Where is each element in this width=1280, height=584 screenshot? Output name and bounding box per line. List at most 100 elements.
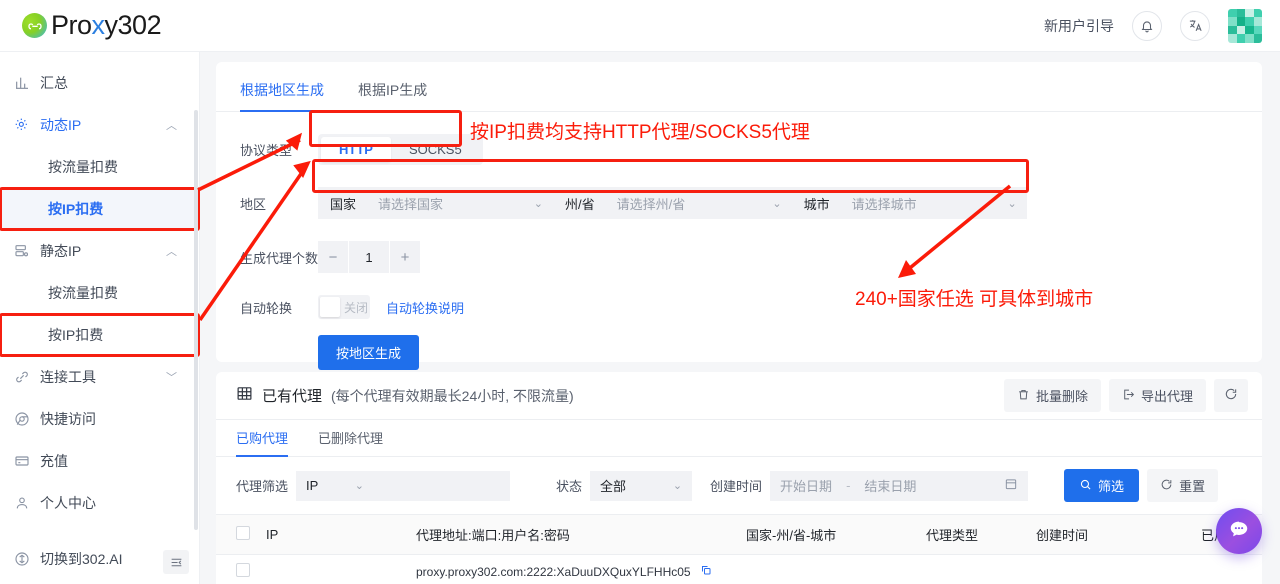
row-used-ip [1193,554,1262,584]
status-label: 状态 [556,479,583,494]
proxy-list-title: 已有代理 [262,388,323,405]
city-placeholder: 请选择城市 [851,196,917,212]
generate-by-region-button[interactable]: 按地区生成 [318,335,420,370]
stepper-increment-button[interactable]: + [390,241,420,273]
trash-icon [1017,388,1030,404]
created-time-label: 创建时间 [710,479,763,494]
auto-rotate-toggle[interactable]: 关闭 [318,295,370,319]
search-icon [1079,478,1092,494]
proxy-count-row: 生成代理个数 − 1 + [240,241,1238,273]
proxy-filter-bar: 代理筛选 IP ⌄ 状态 全部 ⌄ 创建时间 开始日期 - 结束日期 筛选 重置 [216,457,1262,514]
sidebar-label: 连接工具 [40,369,96,385]
gear-dynamic-icon [14,117,40,133]
table-header-row: IP 代理地址:端口:用户名:密码 国家-州/省-城市 代理类型 创建时间 已用… [216,514,1262,555]
chevron-down-icon: ⌄ [354,480,365,492]
chrome-icon [14,411,40,427]
brand-logo[interactable]: Proxy302 [22,10,162,41]
column-ip: IP [258,514,408,555]
chevron-up-icon[interactable]: ︿ [166,117,177,133]
date-range-picker[interactable]: 开始日期 - 结束日期 [770,470,1029,501]
calendar-icon [1004,477,1018,494]
sidebar-item-static-ip[interactable]: 静态IP ︿ [0,230,199,272]
tab-generate-by-ip[interactable]: 根据IP生成 [358,74,427,111]
switch-icon [14,551,40,567]
translate-icon[interactable] [1180,10,1210,41]
row-address: proxy.proxy302.com:2222:XaDuuDXQuxYLFHHc… [416,565,691,579]
collapse-sidebar-icon[interactable] [163,550,189,574]
proxy-list-actions: 批量删除 导出代理 [1003,379,1248,412]
tab-generate-by-region[interactable]: 根据地区生成 [240,74,324,112]
tab-purchased-proxies[interactable]: 已购代理 [236,428,289,457]
sidebar-label: 汇总 [40,75,68,91]
state-select[interactable]: 请选择州/省 ⌄ [606,187,792,219]
protocol-row: 协议类型 HTTP SOCKS5 [240,134,1238,165]
country-select[interactable]: 请选择国家 ⌄ [368,187,554,219]
copy-icon[interactable] [700,565,712,579]
select-all-checkbox[interactable] [236,526,250,540]
stepper-value[interactable]: 1 [349,241,389,273]
auto-rotate-help-link[interactable]: 自动轮换说明 [386,298,464,317]
sidebar-scrollbar[interactable] [194,110,198,530]
sidebar-item-static-ip-billing[interactable]: 按IP扣费 [0,313,200,357]
row-checkbox[interactable] [236,563,250,577]
country-placeholder: 请选择国家 [378,196,444,212]
server-icon [14,243,40,259]
sidebar-item-static-traffic[interactable]: 按流量扣费 [0,272,199,314]
export-proxy-button[interactable]: 导出代理 [1108,379,1206,412]
filter-reset-button[interactable]: 重置 [1147,469,1219,502]
proxy-list-note: (每个代理有效期最长24小时, 不限流量) [331,387,574,404]
sidebar-item-dynamic-ip[interactable]: 动态IP ︿ [0,104,199,146]
row-region [738,554,918,584]
chat-bubble-icon [1228,518,1250,545]
protocol-option-http[interactable]: HTTP [321,137,391,162]
sidebar-item-profile[interactable]: 个人中心 [0,482,199,524]
chevron-down-icon[interactable]: ﹀ [166,369,177,385]
chat-support-button[interactable] [1216,508,1262,554]
column-created-time: 创建时间 [1028,514,1193,555]
refresh-button[interactable] [1214,379,1248,412]
sidebar-label: 按流量扣费 [48,159,118,175]
state-label: 州/省 [553,187,607,219]
generator-tabs: 根据地区生成 根据IP生成 [216,74,1262,112]
sidebar-item-recharge[interactable]: 充值 [0,440,199,482]
user-icon [14,495,40,511]
proxy-count-label: 生成代理个数 [240,250,319,266]
proxy-filter-label: 代理筛选 [236,479,289,494]
status-select[interactable]: 全部 ⌄ [590,470,693,501]
generate-action-row: 按地区生成 [240,335,1238,370]
new-user-guide-link[interactable]: 新用户引导 [1044,16,1114,36]
table-row[interactable]: proxy.proxy302.com:2222:XaDuuDXQuxYLFHHc… [216,554,1262,584]
header-actions: 新用户引导 [1044,8,1262,43]
sidebar-divider [0,524,199,538]
status-value: 全部 [600,479,627,494]
sidebar-label: 充值 [40,453,68,469]
region-row: 地区 国家 请选择国家 ⌄ 州/省 请选择州/省 ⌄ 城市 请选择城市 ⌄ [240,187,1238,219]
tab-deleted-proxies[interactable]: 已删除代理 [318,428,383,456]
protocol-option-socks5[interactable]: SOCKS5 [391,137,480,162]
row-address-cell: proxy.proxy302.com:2222:XaDuuDXQuxYLFHHc… [408,554,738,584]
column-region: 国家-州/省-城市 [738,514,918,555]
sidebar-label: 快捷访问 [40,411,96,427]
sidebar-item-quick-access[interactable]: 快捷访问 [0,398,199,440]
bell-icon[interactable] [1132,10,1162,41]
proxy-filter-input[interactable] [374,470,511,501]
row-created-time [1028,554,1193,584]
stepper-decrement-button[interactable]: − [318,241,348,273]
app-root: Proxy302 新用户引导 汇总 动态IP ︿ 按流量扣费 按IP扣费 静态I… [0,0,1280,584]
city-select[interactable]: 请选择城市 ⌄ [841,187,1027,219]
avatar[interactable] [1228,8,1262,43]
sidebar-item-summary[interactable]: 汇总 [0,62,199,104]
main-content: 根据地区生成 根据IP生成 协议类型 HTTP SOCKS5 地区 国家 请选择… [200,52,1280,584]
sidebar-item-dynamic-ip-billing[interactable]: 按IP扣费 [0,187,200,231]
sidebar-item-dynamic-traffic[interactable]: 按流量扣费 [0,146,199,188]
sidebar-label: 个人中心 [40,495,96,511]
filter-search-button[interactable]: 筛选 [1064,469,1140,502]
sidebar-item-connect-tools[interactable]: 连接工具 ﹀ [0,356,199,398]
proxy-generator-card: 根据地区生成 根据IP生成 协议类型 HTTP SOCKS5 地区 国家 请选择… [216,62,1262,370]
date-range-dash: - [846,478,851,493]
proxy-filter-type-select[interactable]: IP ⌄ [296,470,375,501]
filter-search-label: 筛选 [1098,479,1125,494]
chevron-up-icon[interactable]: ︿ [166,243,177,259]
date-start-placeholder: 开始日期 [780,479,833,494]
batch-delete-button[interactable]: 批量删除 [1003,379,1101,412]
